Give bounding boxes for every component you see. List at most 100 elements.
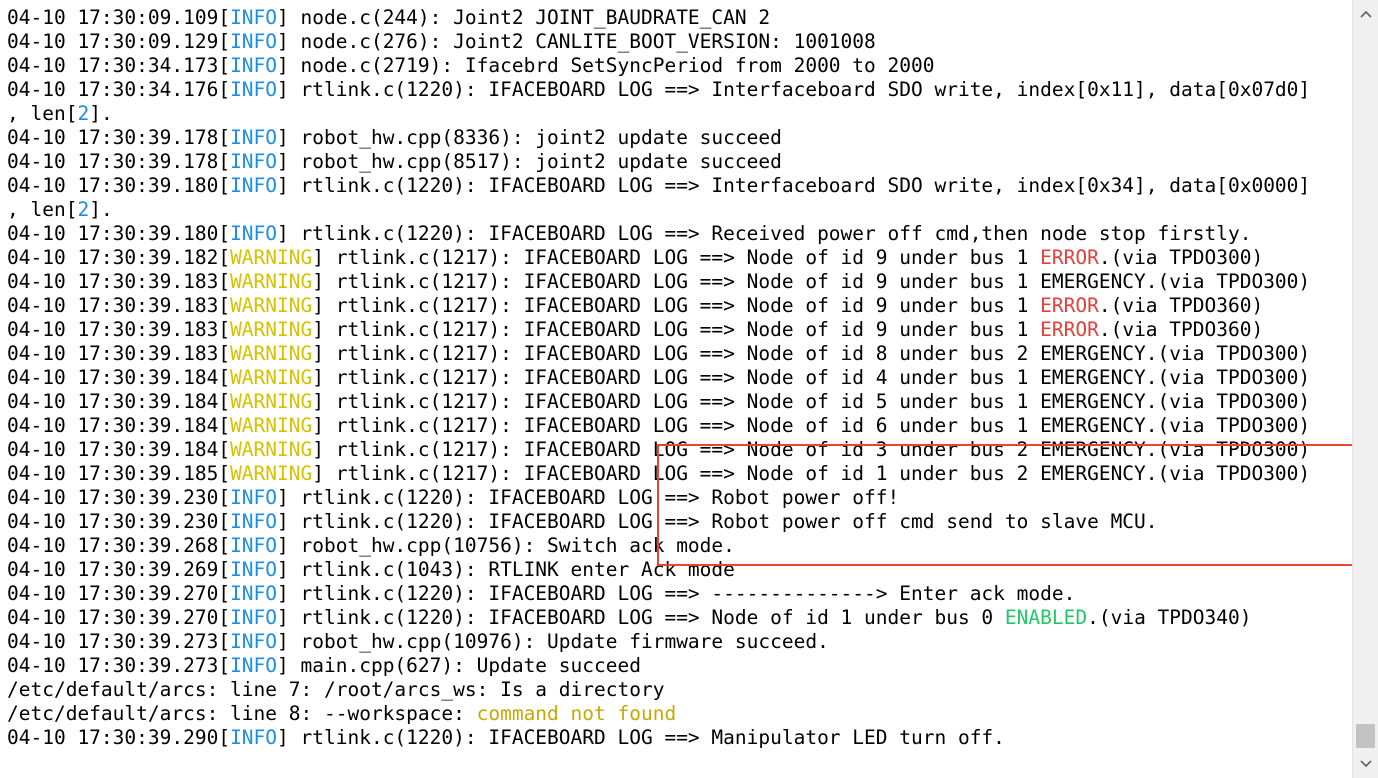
log-text: , len[: [7, 198, 78, 221]
log-line: 04-10 17:30:39.178[INFO] robot_hw.cpp(85…: [7, 150, 1352, 174]
log-warning: WARNING: [230, 366, 313, 389]
log-text: 04-10 17:30:39.290[: [7, 726, 231, 749]
log-info: INFO: [230, 510, 278, 533]
log-info: INFO: [230, 630, 278, 653]
log-text: 04-10 17:30:39.178[: [7, 126, 231, 149]
scroll-up-button[interactable]: [1353, 2, 1378, 26]
scroll-thumb[interactable]: [1356, 724, 1375, 748]
log-text: ] rtlink.c(1217): IFACEBOARD LOG ==> Nod…: [312, 318, 1041, 341]
log-text: 04-10 17:30:39.273[: [7, 654, 231, 677]
log-text: ] robot_hw.cpp(10756): Switch ack mode.: [277, 534, 735, 557]
log-text: 04-10 17:30:39.178[: [7, 150, 231, 173]
log-info: INFO: [230, 54, 278, 77]
log-line: 04-10 17:30:39.230[INFO] rtlink.c(1220):…: [7, 510, 1352, 534]
log-line: 04-10 17:30:39.273[INFO] main.cpp(627): …: [7, 654, 1352, 678]
log-warning: WARNING: [230, 438, 313, 461]
log-line: 04-10 17:30:39.268[INFO] robot_hw.cpp(10…: [7, 534, 1352, 558]
log-info: INFO: [230, 534, 278, 557]
log-line: 04-10 17:30:39.270[INFO] rtlink.c(1220):…: [7, 582, 1352, 606]
log-text: 04-10 17:30:39.185[: [7, 462, 231, 485]
log-line: 04-10 17:30:39.185[WARNING] rtlink.c(121…: [7, 462, 1352, 486]
log-text: 04-10 17:30:39.270[: [7, 606, 231, 629]
log-text: 04-10 17:30:39.180[: [7, 174, 231, 197]
log-enabled: ENABLED: [1004, 606, 1088, 629]
chevron-up-icon: [1359, 10, 1372, 18]
log-line: 04-10 17:30:34.176[INFO] rtlink.c(1220):…: [7, 78, 1352, 102]
log-text: .(via TPDO360): [1098, 294, 1264, 317]
log-text: 04-10 17:30:39.184[: [7, 390, 231, 413]
log-text: 04-10 17:30:39.183[: [7, 294, 231, 317]
log-line: /etc/default/arcs: line 7: /root/arcs_ws…: [7, 678, 1352, 702]
log-info: INFO: [230, 582, 278, 605]
log-text: 04-10 17:30:39.182[: [7, 246, 231, 269]
log-warning: WARNING: [230, 294, 313, 317]
log-line: , len[2].: [7, 198, 1352, 222]
log-info: INFO: [230, 126, 278, 149]
log-text: 04-10 17:30:39.184[: [7, 438, 231, 461]
log-text: 04-10 17:30:34.173[: [7, 54, 231, 77]
log-text: ] robot_hw.cpp(8517): joint2 update succ…: [277, 150, 782, 173]
log-text: 04-10 17:30:39.268[: [7, 534, 231, 557]
log-line: , len[2].: [7, 102, 1352, 126]
log-cmdnf: command not found: [476, 702, 677, 725]
log-text: 04-10 17:30:39.183[: [7, 342, 231, 365]
log-line: 04-10 17:30:39.269[INFO] rtlink.c(1043):…: [7, 558, 1352, 582]
log-info: INFO: [230, 486, 278, 509]
vertical-scrollbar[interactable]: [1352, 0, 1378, 778]
log-text: ] node.c(276): Joint2 CANLITE_BOOT_VERSI…: [277, 30, 876, 53]
log-num: 2: [77, 102, 90, 125]
log-text: ] rtlink.c(1220): IFACEBOARD LOG ==> Rec…: [277, 222, 1252, 245]
log-text: ] rtlink.c(1217): IFACEBOARD LOG ==> Nod…: [312, 366, 1311, 389]
log-text: ] rtlink.c(1217): IFACEBOARD LOG ==> Nod…: [312, 438, 1311, 461]
log-text: 04-10 17:30:09.129[: [7, 30, 231, 53]
log-line: 04-10 17:30:39.183[WARNING] rtlink.c(121…: [7, 342, 1352, 366]
log-text: ] robot_hw.cpp(8336): joint2 update succ…: [277, 126, 782, 149]
log-info: INFO: [230, 558, 278, 581]
log-info: INFO: [230, 726, 278, 749]
terminal-output: 04-10 17:30:09.109[INFO] node.c(244): Jo…: [0, 0, 1352, 778]
log-info: INFO: [230, 654, 278, 677]
log-line: 04-10 17:30:09.109[INFO] node.c(244): Jo…: [7, 6, 1352, 30]
log-warning: WARNING: [230, 246, 313, 269]
log-text: 04-10 17:30:39.180[: [7, 222, 231, 245]
log-line: 04-10 17:30:39.184[WARNING] rtlink.c(121…: [7, 390, 1352, 414]
log-text: ].: [89, 198, 113, 221]
log-line: 04-10 17:30:39.184[WARNING] rtlink.c(121…: [7, 414, 1352, 438]
log-text: ] robot_hw.cpp(10976): Update firmware s…: [277, 630, 829, 653]
log-info: INFO: [230, 30, 278, 53]
log-line: 04-10 17:30:39.184[WARNING] rtlink.c(121…: [7, 366, 1352, 390]
log-num: 2: [77, 198, 90, 221]
log-text: 04-10 17:30:34.176[: [7, 78, 231, 101]
log-text: 04-10 17:30:39.183[: [7, 270, 231, 293]
log-text: ] rtlink.c(1220): IFACEBOARD LOG ==> Rob…: [277, 510, 1158, 533]
log-line: 04-10 17:30:09.129[INFO] node.c(276): Jo…: [7, 30, 1352, 54]
log-line: 04-10 17:30:39.273[INFO] robot_hw.cpp(10…: [7, 630, 1352, 654]
log-line: 04-10 17:30:39.184[WARNING] rtlink.c(121…: [7, 438, 1352, 462]
log-line: 04-10 17:30:39.178[INFO] robot_hw.cpp(83…: [7, 126, 1352, 150]
log-line: 04-10 17:30:39.183[WARNING] rtlink.c(121…: [7, 294, 1352, 318]
log-text: ] rtlink.c(1217): IFACEBOARD LOG ==> Nod…: [312, 342, 1311, 365]
log-text: /etc/default/arcs: line 8: --workspace:: [7, 702, 477, 725]
log-text: ] rtlink.c(1220): IFACEBOARD LOG ==> Int…: [277, 174, 1311, 197]
log-line: 04-10 17:30:39.182[WARNING] rtlink.c(121…: [7, 246, 1352, 270]
log-text: ] rtlink.c(1217): IFACEBOARD LOG ==> Nod…: [312, 462, 1311, 485]
log-text: 04-10 17:30:39.270[: [7, 582, 231, 605]
log-text: 04-10 17:30:09.109[: [7, 6, 231, 29]
log-text: .(via TPDO300): [1098, 246, 1264, 269]
log-line: 04-10 17:30:39.183[WARNING] rtlink.c(121…: [7, 318, 1352, 342]
log-warning: WARNING: [230, 270, 313, 293]
log-text: 04-10 17:30:39.230[: [7, 510, 231, 533]
log-text: ] rtlink.c(1220): IFACEBOARD LOG ==> Int…: [277, 78, 1311, 101]
log-info: INFO: [230, 222, 278, 245]
log-text: ] rtlink.c(1220): IFACEBOARD LOG ==> Man…: [277, 726, 1005, 749]
scroll-down-button[interactable]: [1353, 752, 1378, 776]
log-text: 04-10 17:30:39.183[: [7, 318, 231, 341]
log-text: 04-10 17:30:39.269[: [7, 558, 231, 581]
log-error: ERROR: [1040, 294, 1099, 317]
log-error: ERROR: [1040, 318, 1099, 341]
log-text: ] node.c(2719): Ifacebrd SetSyncPeriod f…: [277, 54, 935, 77]
log-line: 04-10 17:30:39.270[INFO] rtlink.c(1220):…: [7, 606, 1352, 630]
log-warning: WARNING: [230, 342, 313, 365]
log-line: 04-10 17:30:34.173[INFO] node.c(2719): I…: [7, 54, 1352, 78]
log-line: 04-10 17:30:39.180[INFO] rtlink.c(1220):…: [7, 174, 1352, 198]
